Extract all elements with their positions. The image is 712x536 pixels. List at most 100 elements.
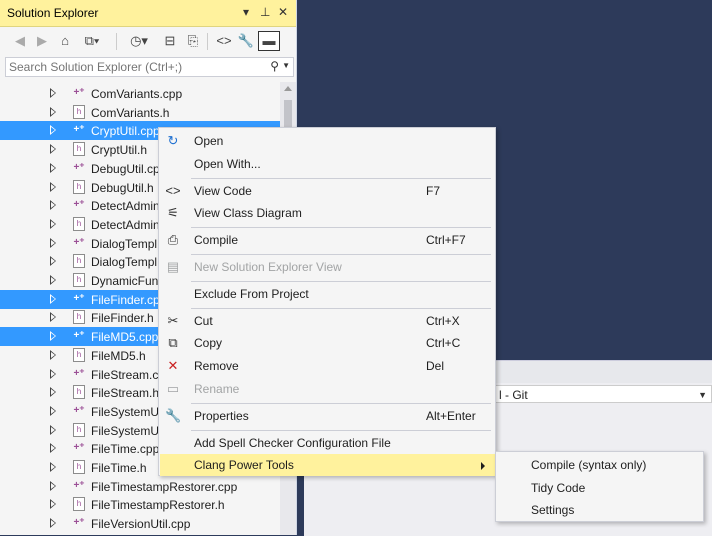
expand-arrow-icon[interactable]: [50, 518, 56, 529]
tree-item-label: DialogTempl: [91, 255, 158, 270]
close-button[interactable]: ✕: [278, 5, 288, 19]
scissors-icon: ✂: [167, 312, 179, 328]
menu-item-view-code[interactable]: <> View Code F7: [160, 180, 495, 202]
expand-arrow-icon[interactable]: [50, 293, 56, 304]
menu-item-open[interactable]: ↻ Open: [160, 130, 495, 152]
expand-arrow-icon[interactable]: [50, 405, 56, 416]
search-box[interactable]: ⚲ ▼: [5, 57, 294, 77]
solution-explorer-title-bar: Solution Explorer ▾ ⊥ ✕: [0, 0, 296, 27]
tree-item[interactable]: +⁺ FileTimestampRestorer.cpp: [0, 477, 280, 496]
menu-item-label: View Class Diagram: [194, 206, 302, 221]
tree-item[interactable]: +⁺ FileVersionUtil.cpp: [0, 514, 280, 533]
chevron-down-icon[interactable]: ▼: [282, 61, 290, 70]
expand-arrow-icon[interactable]: [50, 312, 56, 323]
expand-arrow-icon[interactable]: [50, 275, 56, 285]
menu-item-label: Properties: [194, 408, 249, 423]
menu-item-cut[interactable]: ✂ Cut Ctrl+X: [160, 310, 495, 332]
toolbar-separator: [207, 33, 208, 50]
tree-item-label: DebugUtil.cpp: [91, 161, 167, 176]
back-icon[interactable]: ◀: [10, 31, 30, 51]
menu-item-exclude-from-project[interactable]: Exclude From Project: [160, 283, 495, 305]
expand-arrow-icon[interactable]: [50, 349, 56, 360]
pin-button[interactable]: ⊥: [260, 5, 270, 19]
menu-item-compile[interactable]: ⎙ Compile Ctrl+F7: [160, 229, 495, 251]
header-file-icon: h: [73, 254, 85, 269]
window-position-button[interactable]: ▾: [243, 5, 249, 19]
menu-separator: [191, 254, 491, 255]
expand-arrow-icon[interactable]: [50, 424, 56, 435]
expand-arrow-icon[interactable]: [50, 162, 56, 173]
view-code-icon[interactable]: <>: [214, 31, 234, 51]
class-diagram-icon: ⚟: [167, 205, 179, 221]
header-file-icon: h: [73, 497, 85, 512]
search-input[interactable]: [9, 59, 259, 75]
submenu-item-settings[interactable]: Settings: [497, 499, 702, 521]
menu-item-new-solution-explorer-view: ▤ New Solution Explorer View: [160, 256, 495, 278]
expand-arrow-icon[interactable]: [50, 443, 56, 454]
cpp-file-icon: +⁺: [73, 87, 85, 98]
submenu-arrow-icon: [481, 462, 485, 471]
expand-arrow-icon[interactable]: [50, 200, 56, 211]
header-file-icon: h: [73, 422, 85, 437]
expand-arrow-icon[interactable]: [50, 218, 56, 229]
menu-item-label: Remove: [194, 359, 239, 374]
collapse-all-icon[interactable]: ⊟: [160, 31, 180, 51]
expand-arrow-icon[interactable]: [50, 462, 56, 472]
tree-item-label: FileMD5.cpp: [91, 330, 159, 345]
menu-item-shortcut: Alt+Enter: [426, 408, 476, 423]
context-menu: ↻ Open Open With... <> View Code F7 ⚟ View Clas…: [158, 127, 496, 477]
panel-title: Solution Explorer: [7, 6, 99, 20]
menu-item-view-class-diagram[interactable]: ⚟ View Class Diagram: [160, 202, 495, 224]
expand-arrow-icon[interactable]: [50, 499, 56, 510]
solution-explorer-toolbar: ◀ ▶ ⌂ ⧉▾ ◷▾ ⊟ ⎘ <> 🔧 ▬: [0, 27, 296, 56]
copy-icon: ⧉: [168, 335, 178, 351]
wrench-icon[interactable]: 🔧: [236, 31, 256, 51]
tree-item-label: FileMD5.h: [91, 348, 146, 363]
tree-item[interactable]: +⁺ ComVariants.cpp: [0, 84, 280, 103]
menu-item-remove[interactable]: ✕ Remove Del: [160, 355, 495, 377]
output-source-combo[interactable]: l - Git ▼: [494, 385, 712, 403]
menu-separator: [191, 307, 491, 309]
submenu-item-compile-syntax-only[interactable]: Compile (syntax only): [497, 454, 702, 476]
new-view-icon: ▤: [166, 259, 180, 274]
open-icon: ↻: [167, 133, 179, 148]
menu-item-rename: ▭ Rename: [160, 378, 495, 400]
search-icon[interactable]: ⚲: [270, 59, 279, 73]
expand-arrow-icon[interactable]: [50, 480, 56, 491]
expand-arrow-icon[interactable]: [50, 237, 56, 248]
tree-item-label: DetectAdmin: [91, 217, 160, 232]
menu-item-copy[interactable]: ⧉ Copy Ctrl+C: [160, 332, 495, 354]
expand-arrow-icon[interactable]: [50, 125, 56, 136]
header-file-icon: h: [73, 142, 85, 157]
menu-item-open-with[interactable]: Open With...: [160, 153, 495, 175]
tree-item-label: CryptUtil.h: [91, 143, 148, 158]
expand-arrow-icon[interactable]: [50, 181, 56, 192]
expand-arrow-icon[interactable]: [50, 331, 56, 342]
menu-item-clang-power-tools[interactable]: Clang Power Tools: [160, 454, 495, 477]
expand-arrow-icon[interactable]: [50, 368, 56, 379]
menu-item-label: New Solution Explorer View: [194, 260, 342, 274]
forward-icon[interactable]: ▶: [32, 31, 52, 51]
expand-arrow-icon[interactable]: [50, 88, 56, 98]
expand-arrow-icon[interactable]: [50, 106, 56, 117]
submenu-item-tidy-code[interactable]: Tidy Code: [497, 477, 702, 499]
expand-arrow-icon[interactable]: [50, 144, 56, 155]
switch-views-icon[interactable]: ⧉▾: [78, 31, 106, 51]
toolbar-separator: [116, 33, 117, 50]
header-file-icon: h: [73, 385, 85, 400]
rename-icon: ▭: [166, 381, 180, 396]
tree-item[interactable]: h FileTimestampRestorer.h: [0, 495, 280, 514]
scroll-up-icon[interactable]: [284, 86, 292, 91]
tree-item[interactable]: h ComVariants.h: [0, 103, 280, 122]
menu-item-add-spell-checker-configuration-file[interactable]: Add Spell Checker Configuration File: [160, 432, 495, 454]
menu-item-label: Cut: [194, 313, 213, 328]
show-all-files-icon[interactable]: ⎘: [183, 31, 203, 51]
menu-item-label: Open With...: [194, 156, 261, 171]
menu-item-properties[interactable]: 🔧 Properties Alt+Enter: [160, 405, 495, 427]
header-file-icon: h: [73, 179, 85, 194]
preview-selected-icon[interactable]: ▬: [258, 31, 280, 51]
home-icon[interactable]: ⌂: [55, 31, 75, 51]
pending-changes-filter-icon[interactable]: ◷▾: [124, 31, 154, 51]
expand-arrow-icon[interactable]: [50, 387, 56, 398]
expand-arrow-icon[interactable]: [50, 256, 56, 267]
